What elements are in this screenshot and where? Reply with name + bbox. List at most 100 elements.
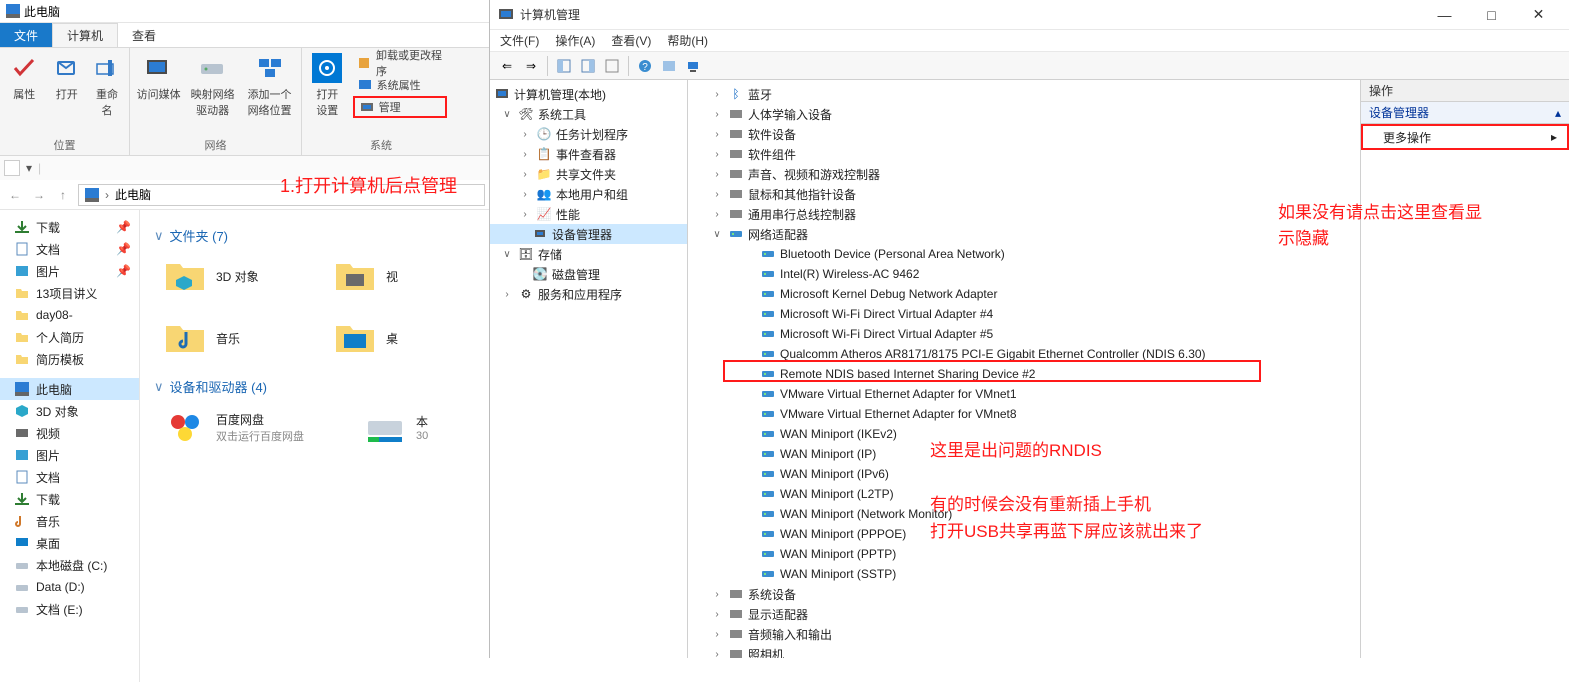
chevron-down-icon[interactable]: ▾ (24, 161, 34, 175)
menu-action[interactable]: 操作(A) (555, 32, 595, 49)
tree-systools[interactable]: ∨🛠系统工具 (490, 104, 687, 124)
sidebar-3d[interactable]: 3D 对象 (0, 400, 139, 422)
adapter-3[interactable]: Microsoft Wi-Fi Direct Virtual Adapter #… (688, 304, 1360, 324)
menu-file[interactable]: 文件(F) (500, 32, 539, 49)
btn-add-location[interactable]: 添加一个 网络位置 (244, 52, 295, 135)
btn-access-media[interactable]: 访问媒体 (136, 52, 181, 135)
sidebar-resume[interactable]: 个人简历 (0, 326, 139, 348)
collapse-icon[interactable]: ▴ (1555, 106, 1561, 120)
tool-back[interactable]: ⇐ (496, 55, 518, 77)
btn-open-settings[interactable]: 打开 设置 (308, 52, 347, 135)
menu-help[interactable]: 帮助(H) (667, 32, 708, 49)
expand-icon[interactable]: › (710, 589, 724, 600)
sidebar-day08[interactable]: day08- (0, 304, 139, 326)
folder-desktop[interactable]: 桌 (334, 317, 394, 359)
tree-shared[interactable]: ›📁共享文件夹 (490, 164, 687, 184)
adapter-15[interactable]: WAN Miniport (PPTP) (688, 544, 1360, 564)
sidebar-diskd[interactable]: Data (D:) (0, 576, 139, 598)
cat-audio[interactable]: ›声音、视频和游戏控制器 (688, 164, 1360, 184)
tree-storage[interactable]: ∨🗄存储 (490, 244, 687, 264)
btn-manage[interactable]: 管理 (353, 96, 447, 118)
adapter-11[interactable]: WAN Miniport (IPv6) (688, 464, 1360, 484)
adapter-1[interactable]: Intel(R) Wireless-AC 9462 (688, 264, 1360, 284)
sidebar-diske[interactable]: 文档 (E:) (0, 598, 139, 620)
nav-back[interactable]: ← (4, 184, 26, 206)
sidebar-music[interactable]: 音乐 (0, 510, 139, 532)
adapter-2[interactable]: Microsoft Kernel Debug Network Adapter (688, 284, 1360, 304)
cat-swcomp[interactable]: ›软件组件 (688, 144, 1360, 164)
cat-usb[interactable]: ›通用串行总线控制器 (688, 204, 1360, 224)
expand-icon[interactable]: › (710, 649, 724, 659)
sidebar-docs2[interactable]: 文档 (0, 466, 139, 488)
menu-view[interactable]: 查看(V) (611, 32, 651, 49)
sidebar-thispc[interactable]: 此电脑 (0, 378, 139, 400)
tree-users[interactable]: ›👥本地用户和组 (490, 184, 687, 204)
item-localdisk[interactable]: 本30 (364, 406, 434, 448)
cat-display[interactable]: ›显示适配器 (688, 604, 1360, 624)
cat-camera[interactable]: ›照相机 (688, 644, 1360, 658)
sidebar-tpl[interactable]: 简历模板 (0, 348, 139, 370)
group-devices-header[interactable]: ∨设备和驱动器 (4) (154, 377, 475, 396)
expand-icon[interactable]: ∨ (500, 109, 514, 120)
folder-video[interactable]: 视 (334, 255, 394, 297)
explorer-titlebar[interactable]: 此电脑 (0, 0, 489, 23)
expand-icon[interactable]: › (710, 149, 724, 160)
adapter-6[interactable]: Remote NDIS based Internet Sharing Devic… (688, 364, 1360, 384)
close-button[interactable]: ✕ (1516, 1, 1561, 29)
sidebar-downloads2[interactable]: 下载 (0, 488, 139, 510)
expand-icon[interactable]: › (518, 189, 532, 200)
cat-hid[interactable]: ›人体学输入设备 (688, 104, 1360, 124)
tab-file[interactable]: 文件 (0, 23, 52, 47)
expand-icon[interactable]: › (518, 169, 532, 180)
sidebar-pics2[interactable]: 图片 (0, 444, 139, 466)
expand-icon[interactable]: › (710, 189, 724, 200)
nav-fwd[interactable]: → (28, 184, 50, 206)
expand-icon[interactable]: › (518, 149, 532, 160)
btn-open[interactable]: 打开 (49, 52, 86, 135)
expand-icon[interactable]: › (710, 109, 724, 120)
btn-properties[interactable]: 属性 (6, 52, 43, 135)
tool-details[interactable] (601, 55, 623, 77)
adapter-5[interactable]: Qualcomm Atheros AR8171/8175 PCI-E Gigab… (688, 344, 1360, 364)
adapter-4[interactable]: Microsoft Wi-Fi Direct Virtual Adapter #… (688, 324, 1360, 344)
compmgmt-titlebar[interactable]: 计算机管理 — □ ✕ (490, 0, 1569, 30)
cat-audioio[interactable]: ›音频输入和输出 (688, 624, 1360, 644)
minimize-button[interactable]: — (1422, 1, 1467, 29)
tool-computer[interactable] (682, 55, 704, 77)
tree-tasks[interactable]: ›🕒任务计划程序 (490, 124, 687, 144)
tree-diskmgmt[interactable]: 💽磁盘管理 (490, 264, 687, 284)
tool-tree[interactable] (553, 55, 575, 77)
sidebar-pics[interactable]: 图片📌 (0, 260, 139, 282)
cat-mouse[interactable]: ›鼠标和其他指针设备 (688, 184, 1360, 204)
expand-icon[interactable]: › (518, 209, 532, 220)
sidebar-proj13[interactable]: 13项目讲义 (0, 282, 139, 304)
group-folders-header[interactable]: ∨文件夹 (7) (154, 226, 475, 245)
tool-help[interactable]: ? (634, 55, 656, 77)
tool-fwd[interactable]: ⇒ (520, 55, 542, 77)
expand-icon[interactable]: › (710, 89, 724, 100)
breadcrumb-item[interactable]: 此电脑 (115, 186, 151, 203)
expand-icon[interactable]: ∨ (500, 249, 514, 260)
btn-uninstall[interactable]: 卸载或更改程序 (353, 52, 454, 74)
tool-refresh[interactable] (658, 55, 680, 77)
item-baidu[interactable]: 百度网盘双击运行百度网盘 (164, 406, 334, 448)
expand-icon[interactable]: ∨ (710, 229, 724, 240)
adapter-0[interactable]: Bluetooth Device (Personal Area Network) (688, 244, 1360, 264)
expand-icon[interactable]: › (710, 609, 724, 620)
actions-section[interactable]: 设备管理器▴ (1361, 102, 1569, 124)
sidebar-diskc[interactable]: 本地磁盘 (C:) (0, 554, 139, 576)
tree-svc[interactable]: ›⚙服务和应用程序 (490, 284, 687, 304)
expand-icon[interactable]: › (710, 209, 724, 220)
adapter-8[interactable]: VMware Virtual Ethernet Adapter for VMne… (688, 404, 1360, 424)
sidebar-downloads[interactable]: 下载📌 (0, 216, 139, 238)
maximize-button[interactable]: □ (1469, 1, 1514, 29)
tab-view[interactable]: 查看 (118, 23, 170, 47)
expand-icon[interactable]: › (500, 289, 514, 300)
sidebar-videos[interactable]: 视频 (0, 422, 139, 444)
expand-icon[interactable]: › (710, 629, 724, 640)
tool-pane[interactable] (577, 55, 599, 77)
cat-netadapters[interactable]: ∨网络适配器 (688, 224, 1360, 244)
actions-more[interactable]: 更多操作▸ (1361, 124, 1569, 150)
tree-root[interactable]: 计算机管理(本地) (490, 84, 687, 104)
btn-rename[interactable]: 重命名 (91, 52, 123, 135)
